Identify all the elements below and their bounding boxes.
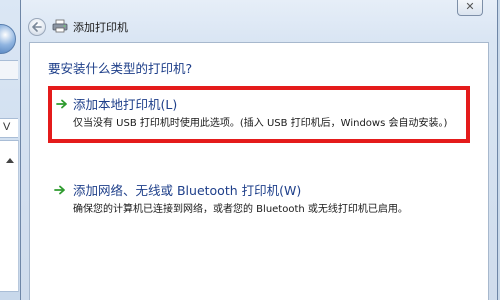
dialog-title: 添加打印机 <box>73 21 128 34</box>
green-arrow-icon <box>56 99 67 109</box>
back-button[interactable] <box>28 18 46 36</box>
background-window: V <box>0 0 20 300</box>
back-arrow-icon <box>32 22 42 32</box>
close-icon: ✕ <box>465 0 475 13</box>
printer-icon <box>52 19 68 33</box>
green-arrow-icon <box>54 185 65 195</box>
background-back-button[interactable] <box>0 24 16 54</box>
dialog-content: 要安装什么类型的打印机? 添加本地打印机(L) 仅当没有 USB 打印机时使用此… <box>29 42 489 300</box>
add-local-printer-label[interactable]: 添加本地打印机(L) <box>73 94 177 113</box>
add-network-printer-label[interactable]: 添加网络、无线或 Bluetooth 打印机(W) <box>73 180 301 199</box>
add-local-printer-description: 仅当没有 USB 打印机时使用此选项。(插入 USB 打印机后，Windows … <box>73 118 448 129</box>
add-printer-dialog: ✕ 添加打印机 要安装什么类型的打印机? 添加本地打印机(L) 仅当没有 USB… <box>20 0 498 300</box>
close-button[interactable]: ✕ <box>457 0 483 16</box>
add-local-printer-option[interactable]: 添加本地打印机(L) 仅当没有 USB 打印机时使用此选项。(插入 USB 打印… <box>48 86 470 143</box>
background-text-strip: V <box>0 118 18 138</box>
page-heading: 要安装什么类型的打印机? <box>48 61 193 76</box>
expand-triangle-icon[interactable] <box>6 158 14 163</box>
background-address-bar[interactable] <box>0 60 18 80</box>
add-network-printer-option[interactable]: 添加网络、无线或 Bluetooth 打印机(W) 确保您的计算机已连接到网络，… <box>48 178 470 218</box>
background-partial-text: V <box>3 121 11 133</box>
add-network-printer-description: 确保您的计算机已连接到网络，或者您的 Bluetooth 或无线打印机已启用。 <box>73 204 408 215</box>
